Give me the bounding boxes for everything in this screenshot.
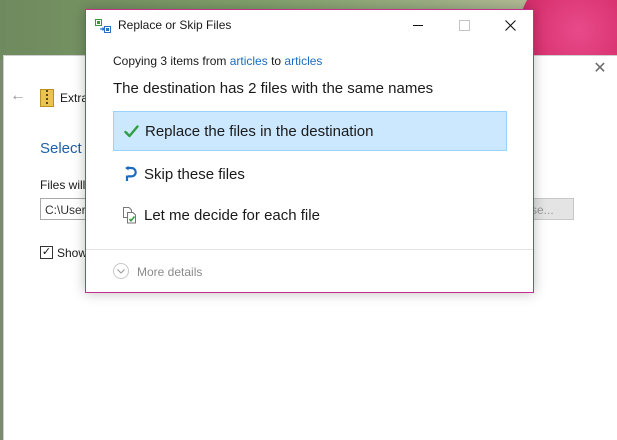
desktop: ✕ ← Extra Select Files will C:\User se..… bbox=[0, 0, 617, 440]
skip-files-option[interactable]: Skip these files bbox=[113, 154, 507, 194]
decide-each-file-label: Let me decide for each file bbox=[144, 206, 320, 224]
back-arrow-icon[interactable]: ← bbox=[10, 88, 26, 104]
close-button[interactable] bbox=[487, 10, 533, 41]
close-icon bbox=[504, 20, 516, 31]
zip-folder-icon bbox=[40, 89, 54, 107]
replace-or-skip-dialog: Replace or Skip Files Copying 3 items fr… bbox=[85, 9, 534, 293]
replace-files-label: Replace the files in the destination bbox=[145, 122, 374, 140]
conflict-message: The destination has 2 files with the sam… bbox=[113, 80, 434, 97]
close-icon[interactable]: ✕ bbox=[592, 61, 608, 77]
source-folder-link[interactable]: articles bbox=[230, 54, 268, 68]
destination-folder-link[interactable]: articles bbox=[284, 54, 322, 68]
check-icon bbox=[122, 122, 140, 140]
skip-files-label: Skip these files bbox=[144, 165, 245, 183]
divider bbox=[86, 249, 533, 250]
minimize-button[interactable] bbox=[395, 10, 441, 41]
skip-arrow-icon bbox=[121, 165, 139, 183]
more-details-toggle[interactable]: More details bbox=[137, 265, 202, 279]
file-copy-icon bbox=[95, 19, 111, 33]
show-checkbox[interactable]: ✓ bbox=[40, 246, 53, 259]
replace-files-option[interactable]: Replace the files in the destination bbox=[113, 111, 507, 151]
chevron-down-icon[interactable] bbox=[113, 263, 129, 279]
wizard-title: Extra bbox=[60, 91, 89, 105]
copying-prefix: Copying 3 items from bbox=[113, 54, 230, 68]
show-label: Show bbox=[57, 246, 88, 260]
maximize-button[interactable] bbox=[441, 10, 487, 41]
decide-each-file-option[interactable]: Let me decide for each file bbox=[113, 195, 507, 235]
dialog-title: Replace or Skip Files bbox=[118, 18, 232, 32]
compare-files-icon bbox=[121, 206, 139, 224]
copying-status: Copying 3 items from articles to article… bbox=[113, 54, 322, 68]
minimize-icon bbox=[413, 25, 423, 26]
maximize-icon bbox=[458, 20, 470, 31]
title-bar[interactable]: Replace or Skip Files bbox=[86, 10, 533, 41]
wizard-heading: Select bbox=[40, 140, 82, 157]
copying-mid: to bbox=[267, 54, 285, 68]
files-label: Files will bbox=[40, 178, 86, 192]
